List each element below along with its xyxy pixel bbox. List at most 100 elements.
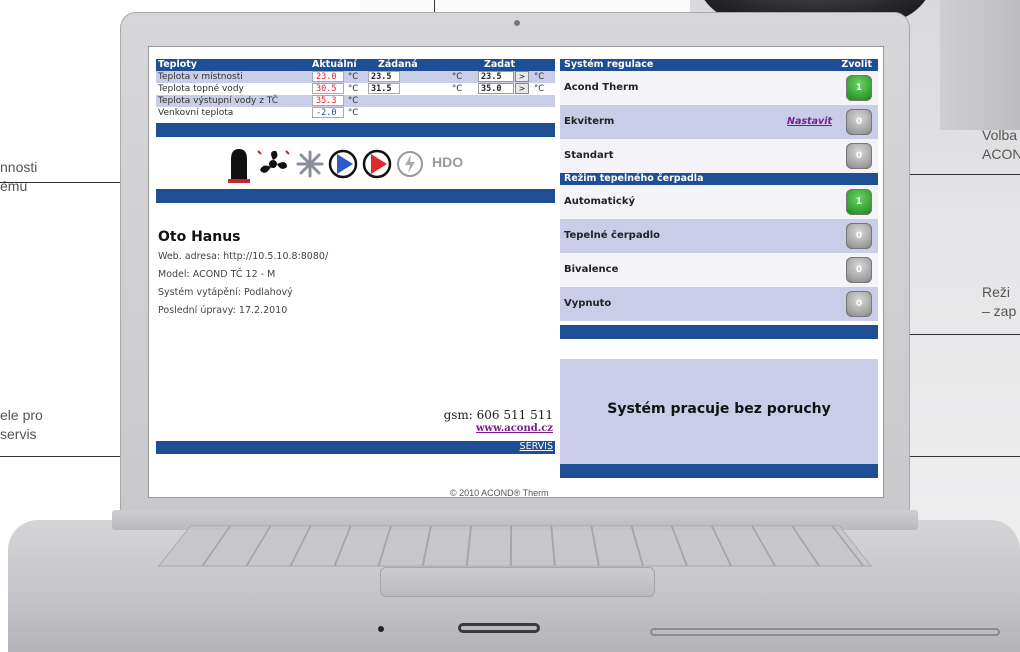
- temp-row-room: Teplota v místnosti 23.0 °C 23.5 °C 23.5…: [156, 71, 555, 83]
- laptop-trackpad: [380, 567, 655, 597]
- toggle-on-button[interactable]: 1: [846, 75, 872, 101]
- unit: °C: [348, 84, 359, 94]
- unit: °C: [348, 108, 359, 118]
- set-arrow-button[interactable]: >: [515, 83, 529, 94]
- unit: °C: [452, 72, 463, 82]
- col-required: Žádaná: [378, 59, 418, 70]
- callout-text: ACON: [982, 146, 1020, 162]
- callout-text: servis: [0, 426, 37, 442]
- choose-label: Zvolit: [841, 59, 872, 70]
- fan-icon: [257, 150, 290, 173]
- toggle-off-button[interactable]: 0: [846, 109, 872, 135]
- temp-row-output-water: Teplota výstupní vody z TČ 35.3 °C: [156, 95, 555, 107]
- regulation-label: Acond Therm: [564, 82, 639, 93]
- divider-bar: [156, 189, 555, 203]
- temp-required: 31.5: [368, 83, 400, 94]
- owner-updated: Poslední úpravy: 17.2.2010: [158, 305, 288, 316]
- temp-label: Teplota v místnosti: [158, 72, 243, 82]
- regulation-title: Systém regulace: [564, 59, 654, 70]
- boiler-icon: [228, 149, 250, 183]
- acond-app: Teploty Aktuální Žádaná Zadat Teplota v …: [156, 59, 878, 478]
- status-text: Systém pracuje bez poruchy: [607, 401, 831, 417]
- col-set: Zadat: [484, 59, 516, 70]
- owner-info: Oto Hanus Web. adresa: http://10.5.10.8:…: [156, 203, 555, 441]
- owner-web: Web. adresa: http://10.5.10.8:8080/: [158, 251, 329, 262]
- toggle-off-button[interactable]: 0: [846, 257, 872, 283]
- regulation-header: Systém regulace Zvolit: [560, 59, 878, 71]
- power-led-icon: [378, 626, 384, 632]
- temp-label: Teplota topné vody: [158, 84, 244, 94]
- callout-text: ele pro: [0, 407, 43, 423]
- camera-icon: [514, 20, 520, 26]
- col-actual: Aktuální: [312, 59, 357, 70]
- temp-actual: 23.0: [312, 71, 344, 82]
- device-edge-image: [940, 0, 1020, 130]
- copyright: © 2010 ACOND® Therm: [450, 488, 549, 498]
- temp-actual: 30.5: [312, 83, 344, 94]
- regulation-item-standart: Standart 0: [560, 139, 878, 173]
- unit: °C: [534, 84, 545, 94]
- mode-label: Automatický: [564, 196, 635, 207]
- mode-header: Režim tepelného čerpadla: [560, 173, 878, 185]
- callout-text: Reži: [982, 284, 1011, 300]
- temp-actual: 35.3: [312, 95, 344, 106]
- servis-link[interactable]: SERVIS: [520, 441, 553, 452]
- mode-label: Tepelné čerpadlo: [564, 230, 661, 241]
- regulation-label: Standart: [564, 150, 614, 161]
- status-icons-row: HDO: [156, 137, 555, 189]
- callout-left-bottom: ele pro servis: [0, 406, 43, 444]
- mode-label: Vypnuto: [564, 298, 612, 309]
- owner-system: Systém vytápění: Podlahový: [158, 287, 293, 298]
- mode-item-automatic: Automatický 1: [560, 185, 878, 219]
- callout-right-mid: Reži – zap: [982, 283, 1016, 321]
- left-panel: Teploty Aktuální Žádaná Zadat Teplota v …: [156, 59, 555, 478]
- unit: °C: [452, 84, 463, 94]
- set-arrow-button[interactable]: >: [515, 71, 529, 82]
- temp-label: Venkovní teplota: [158, 108, 234, 118]
- lightning-icon: [397, 151, 423, 177]
- drive-slot: [650, 628, 1000, 636]
- temp-row-outdoor: Venkovní teplota -2.0 °C: [156, 107, 555, 119]
- snowflake-icon: [296, 150, 324, 178]
- regulation-label: Ekviterm: [564, 116, 615, 127]
- mode-item-off: Vypnuto 0: [560, 287, 878, 321]
- laptop-keyboard: [157, 525, 873, 567]
- right-panel: Systém regulace Zvolit Acond Therm 1 Ekv…: [560, 59, 878, 478]
- status-box: Systém pracuje bez poruchy: [560, 359, 878, 464]
- toggle-off-button[interactable]: 0: [846, 143, 872, 169]
- regulation-item-acond-therm: Acond Therm 1: [560, 71, 878, 105]
- callout-text: ému: [0, 178, 28, 194]
- port-slot: [458, 623, 540, 633]
- footer-bar: [560, 464, 878, 478]
- nastavit-link[interactable]: Nastavit: [787, 105, 832, 139]
- mode-item-bivalence: Bivalence 0: [560, 253, 878, 287]
- temp-actual: -2.0: [312, 107, 344, 118]
- temp-label: Teplota výstupní vody z TČ: [158, 96, 279, 106]
- regulation-item-ekviterm: Ekviterm Nastavit 0: [560, 105, 878, 139]
- toggle-off-button[interactable]: 0: [846, 291, 872, 317]
- unit: °C: [348, 72, 359, 82]
- unit: °C: [534, 72, 545, 82]
- callout-left-top: nnosti ému: [0, 158, 37, 196]
- callout-right-top: Volba ACON: [982, 126, 1020, 164]
- callout-text: – zap: [982, 303, 1017, 319]
- mode-item-heat-pump: Tepelné čerpadlo 0: [560, 219, 878, 253]
- divider-bar: [560, 325, 878, 339]
- pump-blue-icon: [328, 149, 358, 179]
- pump-red-icon: [362, 149, 392, 179]
- toggle-on-button[interactable]: 1: [846, 189, 872, 215]
- toggle-off-button[interactable]: 0: [846, 223, 872, 249]
- website-link[interactable]: www.acond.cz: [476, 423, 553, 434]
- mode-title: Režim tepelného čerpadla: [564, 173, 704, 184]
- temps-title: Teploty: [158, 59, 197, 70]
- temp-set-input[interactable]: 23.5: [478, 71, 514, 82]
- owner-name: Oto Hanus: [158, 229, 241, 245]
- temp-required: 23.5: [368, 71, 400, 82]
- callout-text: Volba: [982, 127, 1018, 143]
- temp-set-input[interactable]: 35.0: [478, 83, 514, 94]
- gsm-number: gsm: 606 511 511: [443, 408, 553, 422]
- divider-bar: [156, 123, 555, 137]
- callout-text: nnosti: [0, 159, 38, 175]
- hdo-label: HDO: [432, 154, 464, 170]
- owner-model: Model: ACOND TČ 12 - M: [158, 269, 276, 280]
